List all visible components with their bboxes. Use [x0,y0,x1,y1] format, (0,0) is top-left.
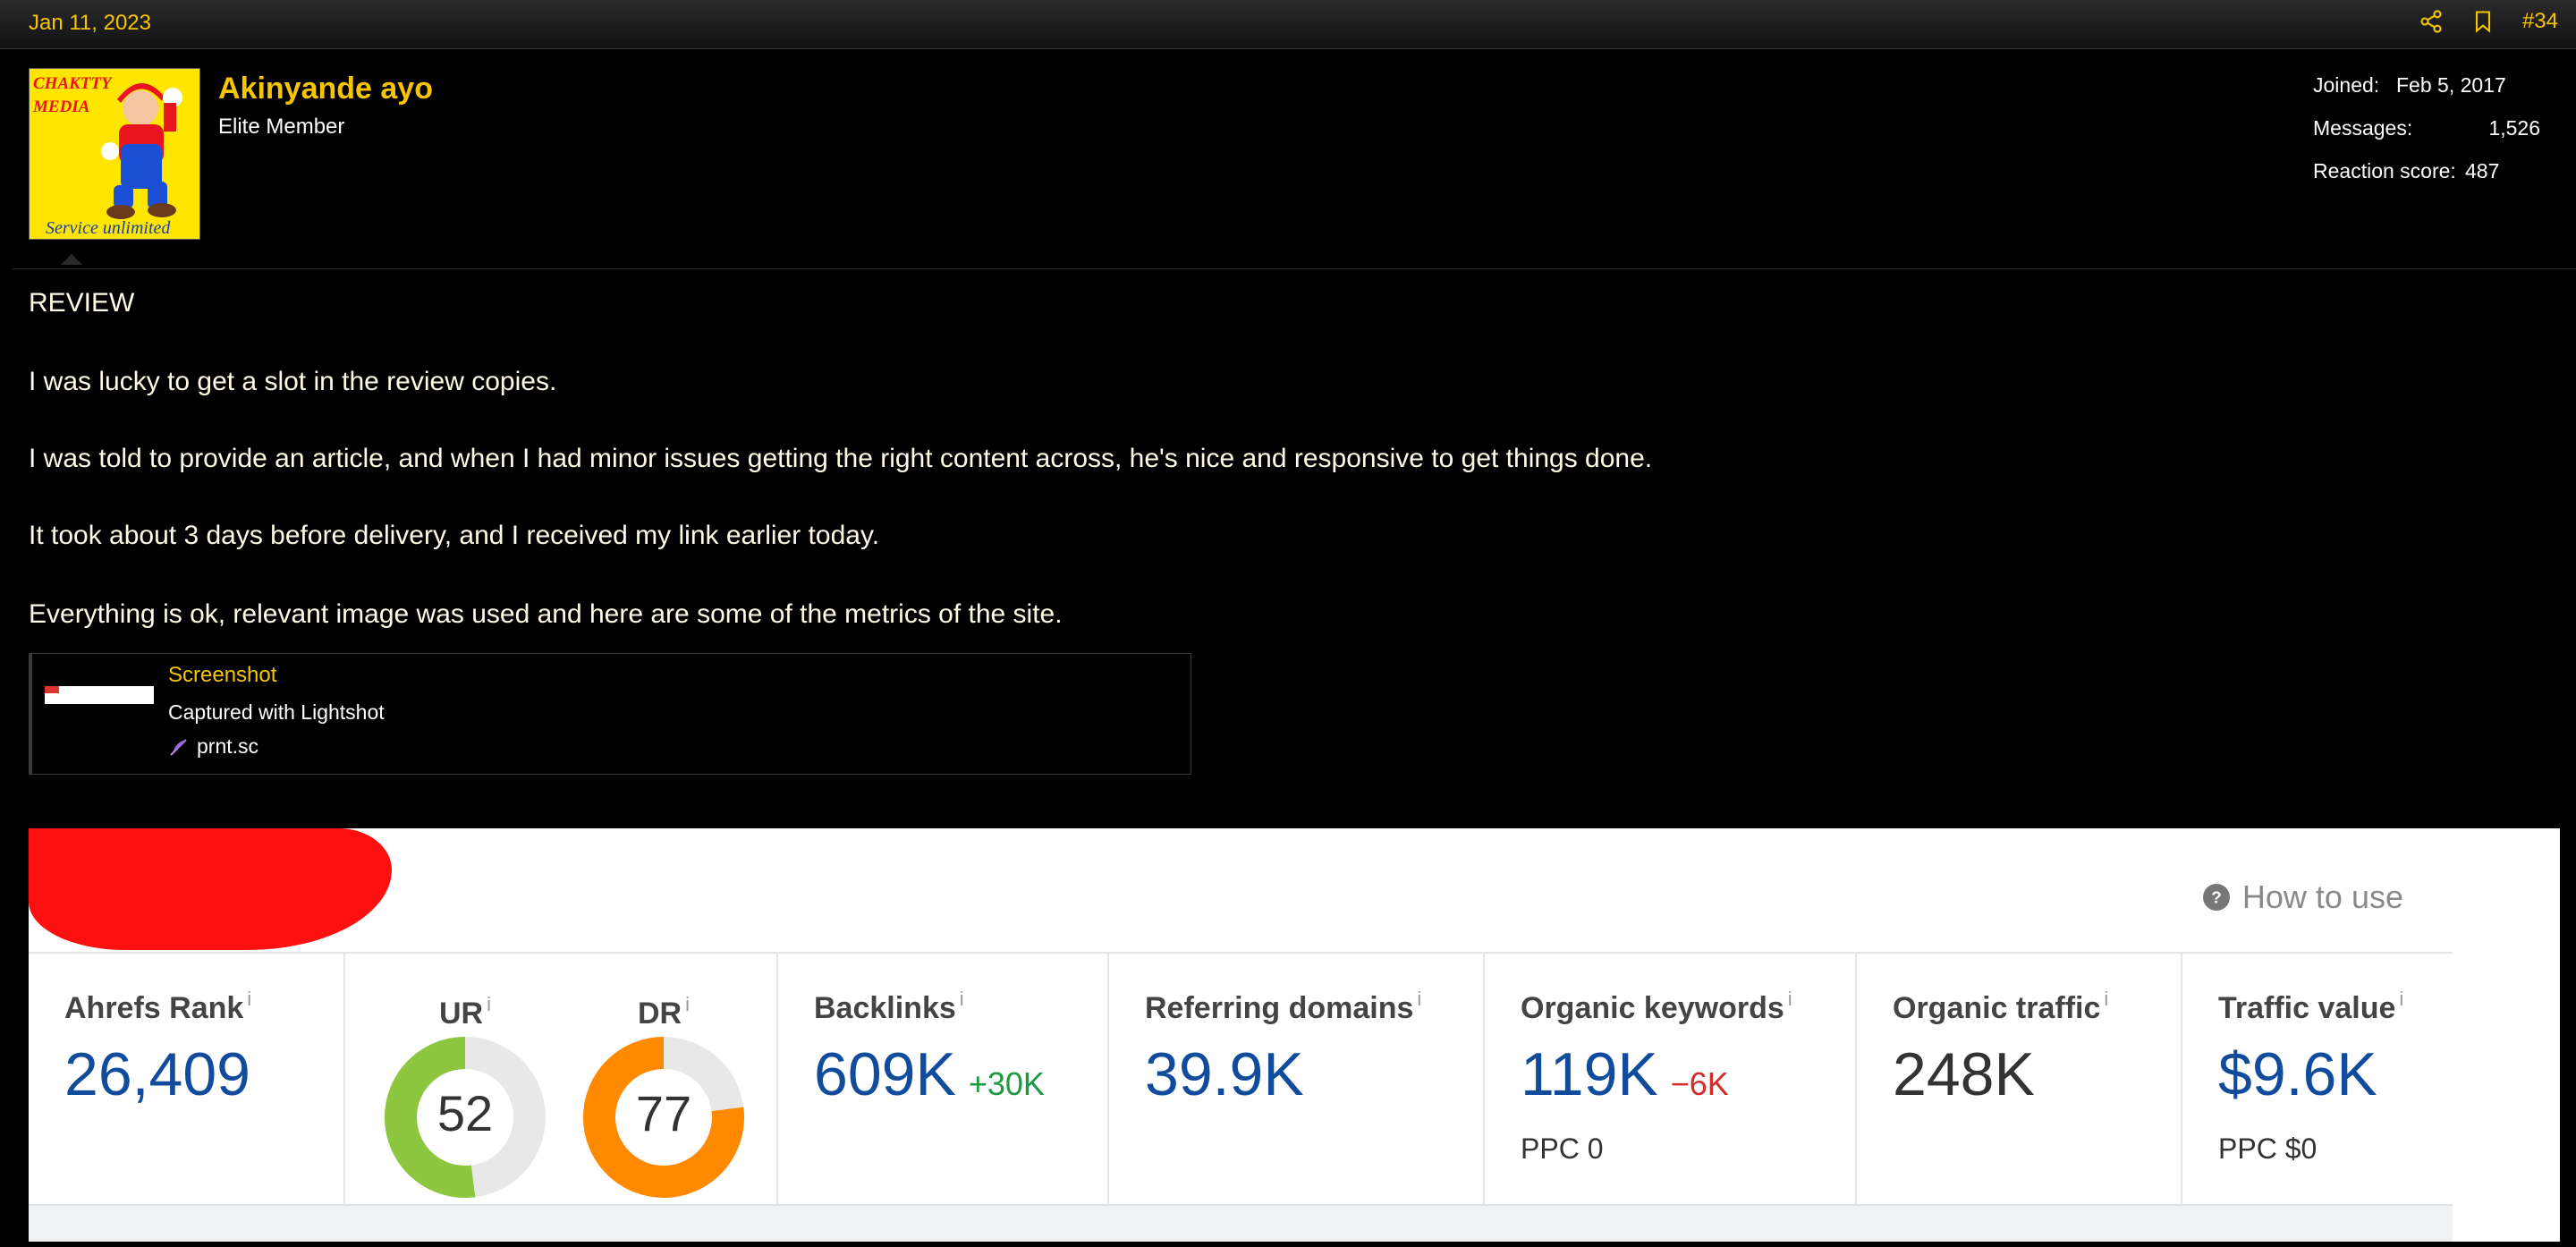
stat-messages: Messages: 1,526 [2313,116,2540,159]
embed-site[interactable]: prnt.sc [168,734,258,759]
info-icon[interactable]: i [685,993,690,1015]
stat-joined: Joined: Feb 5, 2017 [2313,73,2540,116]
metric-ahrefs-rank: Ahrefs Rank i 26,409 [29,954,345,1204]
info-icon[interactable]: i [2399,988,2403,1010]
metric-value: 26,409 [64,1040,250,1108]
how-to-use-label: How to use [2241,878,2403,915]
metric-label: Organic traffic i [1893,988,2109,1025]
info-icon[interactable]: i [960,988,964,1010]
embed-thumbnail[interactable] [45,686,154,704]
metric-value[interactable]: 39.9K [1145,1039,1304,1109]
gauge-label: UR i [439,993,491,1031]
post-actions: #34 [2419,9,2558,34]
link-embed-card[interactable]: Screenshot Captured with Lightshot prnt.… [29,653,1191,775]
post-number-link[interactable]: #34 [2522,9,2558,34]
metrics-footer [29,1204,2453,1242]
how-to-use-link[interactable]: ? How to use [2202,878,2403,916]
bookmark-icon[interactable] [2470,9,2496,34]
stat-label: Reaction score: [2313,159,2456,182]
metric-ur-dr: UR i 52 DR i 77 [345,954,778,1204]
metric-label: Referring domains i [1145,988,1422,1025]
question-icon: ? [2202,884,2230,911]
username[interactable]: Akinyande ayo [218,72,433,106]
post-date[interactable]: Jan 11, 2023 [29,11,151,36]
svg-text:?: ? [2211,887,2221,906]
info-icon[interactable]: i [1788,988,1792,1010]
metric-traffic-value: Traffic value i $9.6K PPC $0 [2182,954,2453,1204]
gauge-value: 77 [636,1085,691,1141]
metric-label: Traffic value i [2218,988,2404,1025]
metric-delta: +30K [968,1065,1045,1102]
user-stats: Joined: Feb 5, 2017 Messages: 1,526 Reac… [2313,73,2540,202]
metric-organic-traffic: Organic traffic i 248K [1857,954,2182,1204]
ahrefs-screenshot: ? How to use Ahrefs Rank i 26,409 UR i 52 … [29,828,2560,1242]
avatar-caret [61,254,82,265]
ahrefs-panel: ? How to use Ahrefs Rank i 26,409 UR i 52 … [29,828,2453,1242]
post-heading: REVIEW [29,288,135,318]
user-title: Elite Member [218,115,345,139]
metric-value[interactable]: 609K +30K [814,1039,1045,1109]
metric-value: 248K [1893,1040,2035,1108]
stat-reaction-score: Reaction score: 487 [2313,159,2540,202]
share-icon[interactable] [2419,9,2444,34]
avatar-brand-line-2: MEDIA [32,98,89,116]
avatar[interactable]: CHAKTTY MEDIA Service unlimited [29,68,200,240]
info-icon[interactable]: i [487,993,491,1015]
post-divider [13,268,2576,269]
metric-label: Ahrefs Rank i [64,988,252,1025]
ur-gauge-ring: 52 [385,1037,546,1198]
post-paragraph: I was told to provide an article, and wh… [29,444,1653,473]
metric-organic-keywords: Organic keywords i 119K −6K PPC 0 [1485,954,1857,1204]
metric-label: Backlinks i [814,988,964,1025]
stat-value: 487 [2465,159,2500,182]
feather-icon [170,738,187,756]
metric-referring-domains: Referring domains i 39.9K [1109,954,1485,1204]
metric-label: Organic keywords i [1521,988,1792,1025]
gauge-ur: UR i 52 [376,993,555,1200]
thumbnail-red-mark [45,686,59,693]
gauge-label: DR i [638,993,690,1031]
info-icon[interactable]: i [247,988,251,1010]
metric-sub: PPC $0 [2218,1132,2318,1165]
stat-label: Joined: [2313,73,2380,97]
avatar-brand-line-1: CHAKTTY [33,74,114,93]
embed-site-domain: prnt.sc [197,734,259,758]
post-paragraph: It took about 3 days before delivery, an… [29,521,880,550]
avatar-tagline: Service unlimited [46,218,171,238]
stat-value: 1,526 [2488,116,2540,140]
post-paragraph: Everything is ok, relevant image was use… [29,599,1063,629]
dr-gauge-ring: 77 [583,1037,744,1198]
avatar-image: CHAKTTY MEDIA Service unlimited [30,69,199,239]
metric-sub: PPC 0 [1521,1132,1604,1165]
post-paragraph: I was lucky to get a slot in the review … [29,367,557,396]
info-icon[interactable]: i [2104,988,2108,1010]
embed-title[interactable]: Screenshot [168,663,276,688]
metric-delta: −6K [1670,1065,1729,1102]
post-header: Jan 11, 2023 #34 [0,0,2576,49]
metric-value[interactable]: 119K −6K [1521,1039,1729,1109]
gauge-dr: DR i 77 [574,993,753,1200]
stat-label: Messages: [2313,116,2413,140]
redaction-mark [29,828,392,950]
info-icon[interactable]: i [1417,988,1421,1010]
stat-value: Feb 5, 2017 [2396,73,2506,97]
metric-value: $9.6K [2218,1040,2377,1108]
embed-description: Captured with Lightshot [168,700,385,724]
metric-backlinks: Backlinks i 609K +30K [778,954,1109,1204]
gauge-value: 52 [437,1085,493,1141]
